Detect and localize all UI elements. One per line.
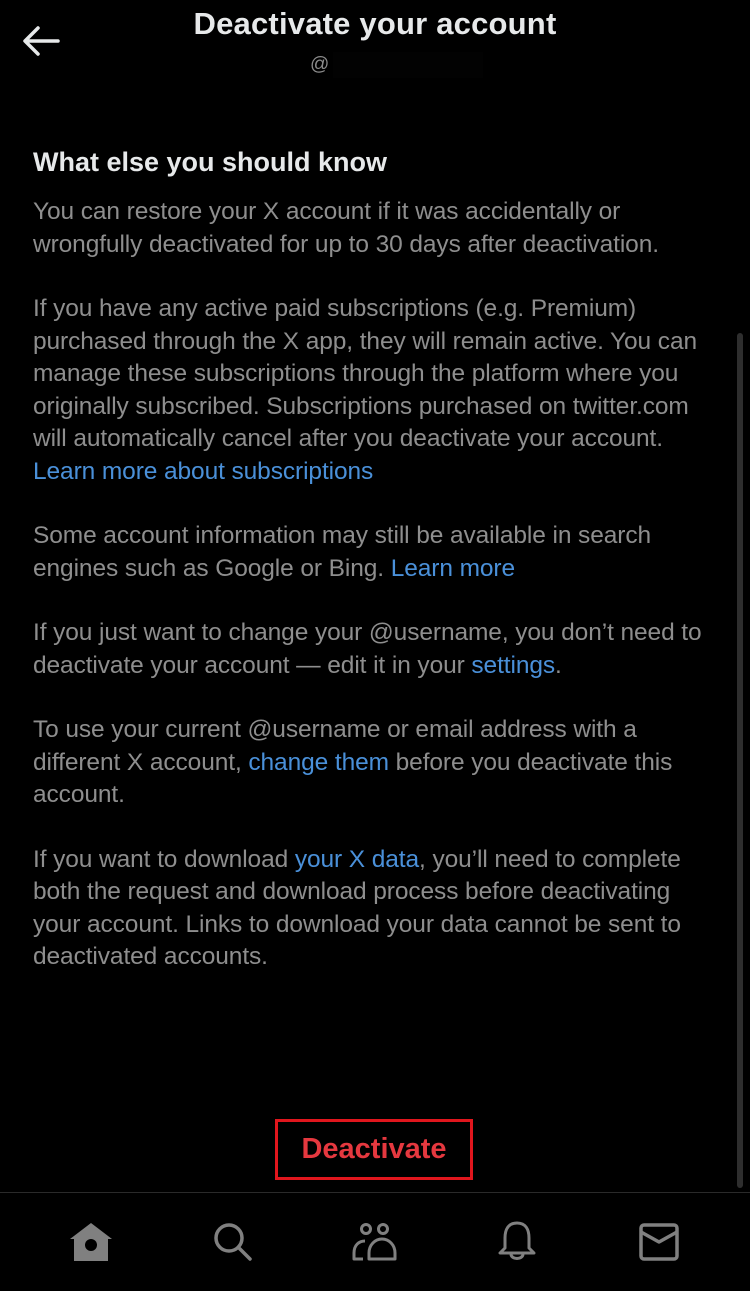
handle-prefix: @ [310, 54, 330, 75]
paragraph-text: You can restore your X account if it was… [33, 198, 659, 258]
paragraph-change-username: If you just want to change your @usernam… [33, 617, 723, 682]
nav-communities[interactable] [345, 1212, 405, 1272]
people-icon [352, 1223, 397, 1261]
nav-search[interactable] [203, 1212, 263, 1272]
paragraph-subscriptions: If you have any active paid subscription… [33, 293, 723, 488]
section-title: What else you should know [33, 147, 388, 177]
paragraph-text: If you just want to change your @usernam… [33, 619, 702, 679]
paragraph-download-data: If you want to download your X data, you… [33, 844, 723, 974]
paragraph-text: If you want to download [33, 845, 295, 873]
paragraph-reuse-username: To use your current @username or email a… [33, 714, 723, 812]
paragraph-restore: You can restore your X account if it was… [33, 196, 723, 261]
account-handle: @ [310, 52, 484, 78]
paragraph-search-engines: Some account information may still be av… [33, 520, 723, 585]
paragraph-text: Some account information may still be av… [33, 522, 651, 582]
deactivate-label: Deactivate [301, 1133, 447, 1165]
mail-icon [639, 1223, 679, 1261]
info-content: What else you should know You can restor… [33, 140, 723, 1006]
bottom-nav [0, 1193, 750, 1291]
page-title: Deactivate your account [193, 6, 557, 41]
redacted-username [333, 52, 484, 78]
bell-icon [498, 1221, 536, 1260]
change-them-link[interactable]: change them [248, 749, 389, 776]
paragraph-text-after: . [555, 651, 562, 679]
deactivate-account-screen: Deactivate your account @ What else you … [0, 0, 750, 1291]
home-icon [70, 1223, 112, 1261]
search-icon [214, 1223, 252, 1261]
learn-more-subscriptions-link[interactable]: Learn more about subscriptions [33, 458, 373, 485]
paragraph-text: If you have any active paid subscription… [33, 295, 697, 452]
nav-messages[interactable] [629, 1212, 689, 1272]
scrollbar[interactable] [737, 333, 743, 1188]
nav-notifications[interactable] [487, 1212, 547, 1272]
your-x-data-link[interactable]: your X data [295, 846, 419, 873]
deactivate-button[interactable]: Deactivate [275, 1119, 473, 1180]
header: Deactivate your account @ [0, 0, 750, 90]
learn-more-link[interactable]: Learn more [391, 555, 515, 582]
settings-link[interactable]: settings [471, 652, 555, 679]
nav-home[interactable] [61, 1212, 121, 1272]
